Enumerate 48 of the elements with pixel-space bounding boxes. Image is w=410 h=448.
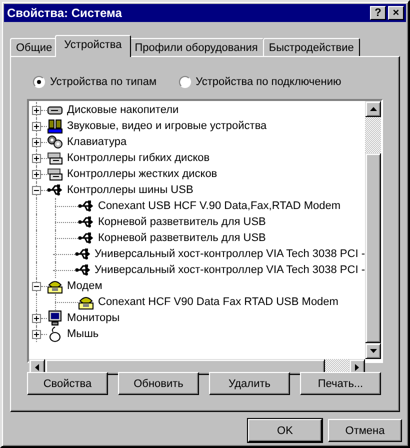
tree-item[interactable]: Корневой разветвитель для USB: [98, 216, 266, 228]
close-button[interactable]: ×: [388, 6, 404, 20]
expand-toggle[interactable]: [32, 122, 41, 130]
tab[interactable]: Быстродействие: [262, 38, 360, 56]
expand-toggle[interactable]: [32, 154, 41, 162]
radio-button[interactable]: [33, 76, 45, 88]
tree-item[interactable]: Контроллеры гибких дисков: [67, 152, 210, 164]
tree-item[interactable]: Контроллеры шины USB: [67, 184, 194, 196]
tab[interactable]: Профили оборудования: [128, 38, 264, 56]
tree-item[interactable]: Клавиатура: [67, 136, 127, 148]
expand-toggle[interactable]: [32, 330, 41, 338]
expand-toggle[interactable]: [32, 170, 41, 178]
up-arrow-icon: [370, 107, 376, 111]
tree-item[interactable]: Корневой разветвитель для USB: [98, 232, 266, 244]
vertical-scrollbar[interactable]: [365, 101, 381, 359]
right-arrow-icon: [355, 364, 359, 370]
tree-item[interactable]: Мониторы: [67, 312, 120, 324]
action-button[interactable]: Обновить: [118, 372, 199, 395]
radio-label[interactable]: Устройства по типам: [50, 76, 157, 88]
scroll-up-button[interactable]: [365, 101, 381, 117]
down-arrow-icon: [370, 349, 376, 353]
expand-toggle[interactable]: [32, 186, 41, 194]
dialog-button[interactable]: OK: [248, 419, 322, 442]
dialog-button[interactable]: Отмена: [328, 419, 402, 442]
expand-toggle[interactable]: [32, 314, 41, 322]
tree-item[interactable]: Универсальный хост-контроллер VIA Tech 3038 PCI -: [94, 264, 365, 276]
tree-item[interactable]: Модем: [67, 280, 102, 292]
tree-item[interactable]: Звуковые, видео и игровые устройства: [67, 120, 267, 132]
expand-toggle[interactable]: [32, 106, 41, 114]
tree-item[interactable]: Conexant USB HCF V.90 Data,Fax,RTAD Modem: [98, 200, 341, 212]
left-arrow-icon: [35, 364, 39, 370]
expand-toggle[interactable]: [32, 138, 41, 146]
tree-item[interactable]: Conexant HCF V90 Data Fax RTAD USB Modem: [98, 296, 338, 308]
radio-button[interactable]: [178, 76, 191, 88]
tab[interactable]: Устройства: [55, 35, 131, 57]
expand-toggle[interactable]: [32, 282, 41, 290]
tree-item[interactable]: Универсальный хост-контроллер VIA Tech 3038 PCI -: [94, 248, 365, 260]
scroll-down-button[interactable]: [365, 343, 381, 359]
tree-item[interactable]: Дисковые накопители: [67, 104, 179, 116]
action-button[interactable]: Свойства: [27, 372, 108, 395]
radio-label[interactable]: Устройства по подключению: [196, 76, 342, 88]
action-button[interactable]: Печать...: [300, 372, 381, 395]
action-button[interactable]: Удалить: [209, 372, 290, 395]
tree-item[interactable]: Мышь: [67, 328, 99, 340]
scroll-thumb[interactable]: [365, 153, 381, 343]
help-button[interactable]: ?: [370, 6, 386, 20]
tree-item[interactable]: Контроллеры жестких дисков: [67, 168, 218, 180]
window-title: Свойства: Система: [7, 6, 122, 20]
